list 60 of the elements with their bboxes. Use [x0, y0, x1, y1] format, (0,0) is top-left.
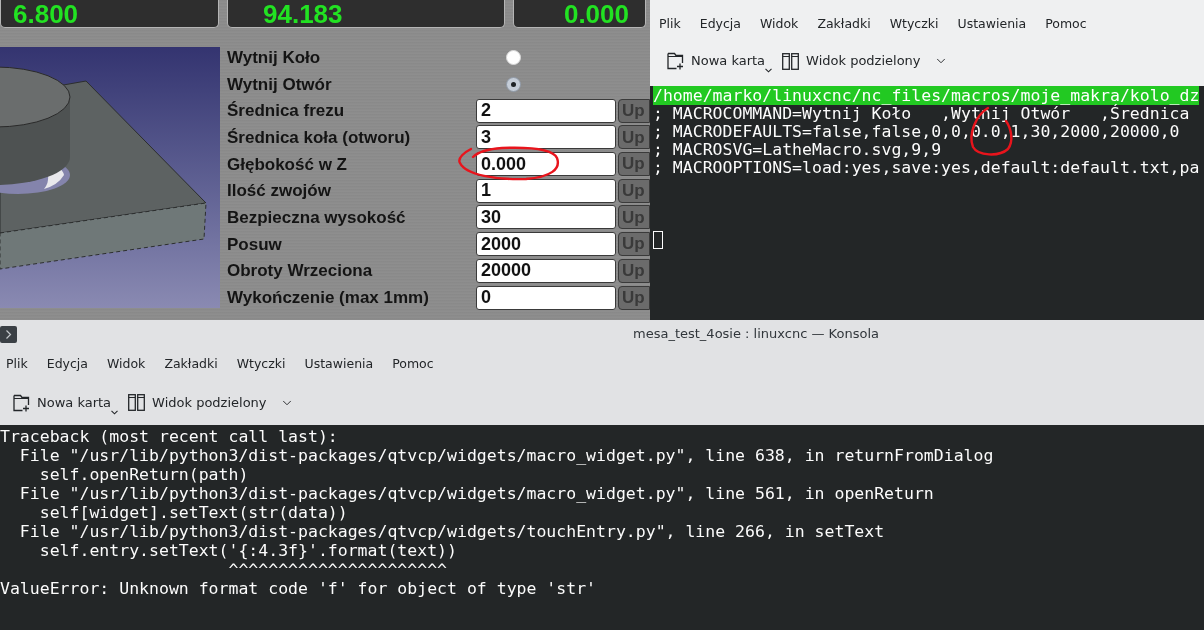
position-readout: 6.800 [0, 0, 219, 28]
number-input[interactable]: 2 [476, 98, 616, 123]
split-view-icon [128, 394, 146, 411]
terminal-line: self.entry.setText('{:4.3f}'.format(text)) [38, 541, 457, 560]
terminal-line: ^^^^^^^^^^^^^^^^^^^^^^ [227, 560, 448, 579]
menu-item[interactable]: Pomoc [386, 352, 440, 376]
menu-item[interactable]: Edycja [40, 352, 94, 376]
window-title: mesa_test_4osie : linuxcnc — Konsola [633, 325, 879, 344]
split-view-button[interactable]: Widok podzielony [125, 387, 297, 418]
terminal-line: File "/usr/lib/python3/dist-packages/qtvcp/widgets/macro_widget.py", line 638, in returnFromDialog [18, 446, 994, 465]
terminal-line: File "/usr/lib/python3/dist-packages/qtvcp/widgets/touchEntry.py", line 266, in setText [18, 522, 885, 541]
split-view-button[interactable]: Widok podzielony [779, 46, 951, 76]
terminal-line: Traceback (most recent call last): [0, 427, 338, 446]
field-label: Posuw [227, 235, 283, 253]
field-label: Średnica frezu [227, 102, 346, 120]
field-label: Obroty Wrzeciona [227, 262, 374, 280]
position-readout: 0.000 [513, 0, 646, 28]
field-label: Wytnij Otwór [227, 75, 333, 93]
new-tab-icon [13, 393, 30, 412]
field-label: Bezpieczna wysokość [227, 208, 407, 226]
field-label: Wykończenie (max 1mm) [227, 289, 430, 307]
menu-item[interactable]: Zakładki [158, 352, 224, 376]
dropdown-indicator-icon [765, 68, 773, 73]
menu-item[interactable]: Ustawienia [951, 12, 1033, 36]
terminal-line: ; MACROOPTIONS=load:yes,save:yes,default:default.txt,pa [653, 158, 1200, 177]
new-tab-button[interactable]: Nowa karta [10, 387, 120, 418]
new-tab-icon [667, 52, 684, 70]
number-input[interactable]: 20000 [476, 258, 616, 283]
menu-item[interactable]: Edycja [693, 12, 747, 36]
split-view-icon [782, 52, 800, 70]
menu-item[interactable]: Plik [0, 352, 34, 376]
menu-item[interactable]: Ustawienia [298, 352, 380, 376]
field-label: Średnica koła (otworu) [227, 128, 412, 146]
field-label: Głębokość w Z [227, 155, 348, 173]
number-input[interactable]: 3 [476, 125, 616, 150]
number-input[interactable]: 0.000 [476, 152, 616, 177]
field-label: Ilość zwojów [227, 182, 332, 200]
terminal-line: ; MACROSVG=LatheMacro.svg,9,9 [653, 140, 942, 159]
number-input[interactable]: 30 [476, 205, 616, 230]
field-label: Wytnij Koło [227, 48, 322, 66]
terminal-line: ValueError: Unknown format code 'f' for object of type 'str' [0, 579, 597, 598]
terminal-cursor-icon [653, 231, 663, 249]
menu-item[interactable]: Plik [653, 12, 687, 36]
terminal-app-icon [0, 325, 17, 343]
new-tab-button[interactable]: Nowa karta [664, 46, 774, 76]
number-input[interactable]: 0 [476, 285, 616, 310]
menu-item[interactable]: Wtyczki [230, 352, 292, 376]
menu-item[interactable]: Zakładki [811, 12, 877, 36]
terminal-line: File "/usr/lib/python3/dist-packages/qtvcp/widgets/macro_widget.py", line 561, in openReturn [18, 484, 934, 503]
menu-item[interactable]: Widok [754, 12, 805, 36]
position-readout: 94.183 [227, 0, 505, 28]
menu-item[interactable]: Pomoc [1039, 12, 1093, 36]
menu-item[interactable]: Wtyczki [883, 12, 945, 36]
number-input[interactable]: 2000 [476, 232, 616, 257]
radio-button[interactable] [506, 76, 521, 92]
number-input[interactable]: 1 [476, 178, 616, 203]
terminal-line: self.openReturn(path) [38, 465, 249, 484]
menu-item[interactable]: Widok [101, 352, 152, 376]
dropdown-indicator-icon [111, 409, 119, 415]
terminal-line: self[widget].setText(str(data)) [38, 503, 348, 522]
